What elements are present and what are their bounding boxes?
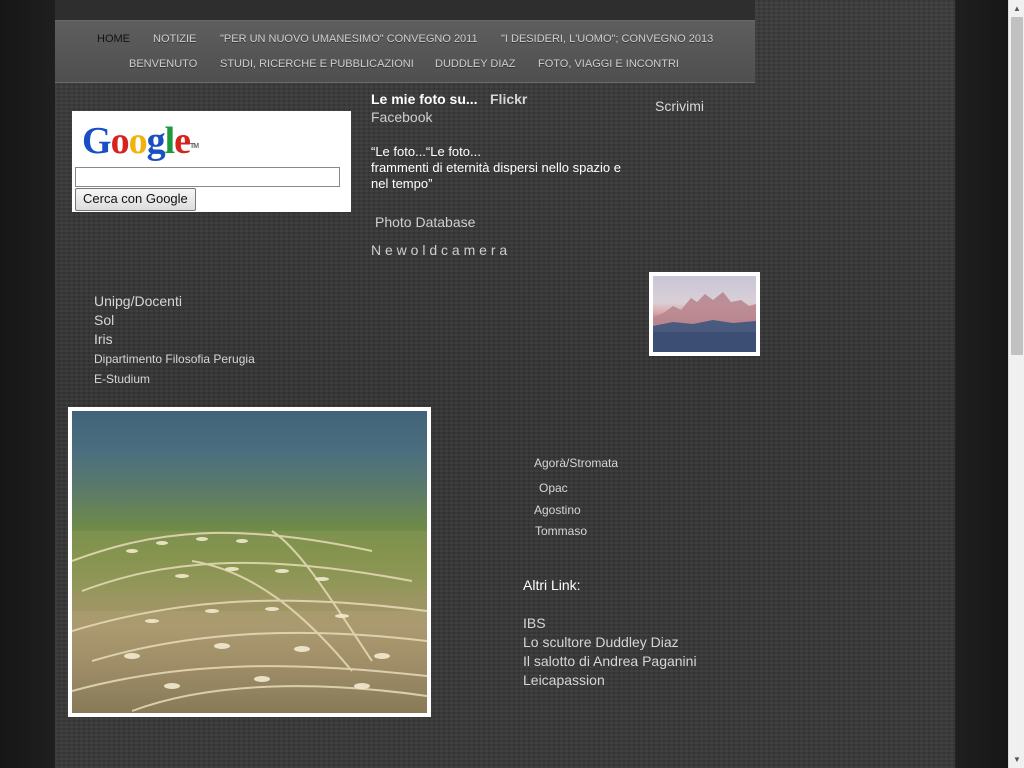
grass-photo-image bbox=[72, 411, 427, 713]
google-logo-letter: o bbox=[128, 120, 148, 162]
page: HOME NOTIZIE "PER UN NUOVO UMANESIMO" CO… bbox=[0, 0, 1024, 768]
photos-quote-line: “Le foto...“Le foto... bbox=[371, 144, 481, 159]
google-logo-letter: g bbox=[146, 120, 166, 162]
scrivimi-link[interactable]: Scrivimi bbox=[655, 98, 704, 114]
nav-item-studi-ricerche[interactable]: STUDI, RICERCHE E PUBBLICAZIONI bbox=[220, 58, 414, 70]
vertical-scrollbar[interactable]: ▲ ▼ bbox=[1008, 0, 1024, 768]
mountain-silhouette bbox=[653, 292, 756, 352]
photos-quote-line: frammenti di eternità dispersi nello spa… bbox=[371, 160, 622, 175]
agostino-link[interactable]: Agostino bbox=[534, 503, 581, 517]
nav-item-convegno-2013[interactable]: "I DESIDERI, L'UOMO"; CONVEGNO 2013 bbox=[501, 33, 713, 45]
google-search-widget: GoogleTM Cerca con Google bbox=[72, 111, 351, 212]
leicapassion-link[interactable]: Leicapassion bbox=[523, 672, 605, 688]
nav-item-duddley-diaz[interactable]: DUDDLEY DIAZ bbox=[435, 58, 515, 70]
top-strip bbox=[55, 0, 755, 20]
grass-photo[interactable] bbox=[68, 407, 431, 717]
nav-item-notizie[interactable]: NOTIZIE bbox=[153, 33, 196, 45]
main-nav: HOME NOTIZIE "PER UN NUOVO UMANESIMO" CO… bbox=[55, 20, 755, 83]
ibs-link[interactable]: IBS bbox=[523, 615, 546, 631]
google-logo-letter: l bbox=[164, 120, 176, 162]
nav-item-foto-viaggi[interactable]: FOTO, VIAGGI E INCONTRI bbox=[538, 58, 679, 70]
google-logo-tm: TM bbox=[190, 143, 199, 150]
newoldcamera-link[interactable]: N e w o l d c a m e r a bbox=[371, 242, 507, 258]
iris-link[interactable]: Iris bbox=[94, 331, 113, 347]
tommaso-link[interactable]: Tommaso bbox=[535, 524, 587, 538]
opac-link[interactable]: Opac bbox=[539, 481, 568, 495]
sol-link[interactable]: Sol bbox=[94, 312, 114, 328]
nav-item-home[interactable]: HOME bbox=[97, 33, 130, 45]
andrea-paganini-link[interactable]: Il salotto di Andrea Paganini bbox=[523, 653, 697, 669]
google-logo-letter: o bbox=[110, 120, 130, 162]
grass-illustration bbox=[72, 530, 427, 713]
scrollbar-thumb[interactable] bbox=[1011, 17, 1023, 355]
facebook-link[interactable]: Facebook bbox=[371, 109, 432, 125]
altri-link-heading: Altri Link: bbox=[523, 577, 581, 593]
photos-heading: Le mie foto su... bbox=[371, 91, 478, 107]
mountain-photo[interactable] bbox=[649, 272, 760, 356]
scroll-down-arrow-icon[interactable]: ▼ bbox=[1009, 751, 1024, 768]
google-logo-letter: G bbox=[82, 120, 112, 162]
nav-item-benvenuto[interactable]: BENVENUTO bbox=[129, 58, 197, 70]
flickr-link[interactable]: Flickr bbox=[490, 91, 527, 107]
nav-item-convegno-2011[interactable]: "PER UN NUOVO UMANESIMO" CONVEGNO 2011 bbox=[220, 33, 478, 45]
dipartimento-filosofia-link[interactable]: Dipartimento Filosofia Perugia bbox=[94, 352, 255, 366]
google-logo: GoogleTM bbox=[82, 119, 199, 163]
duddley-diaz-sculptor-link[interactable]: Lo scultore Duddley Diaz bbox=[523, 634, 679, 650]
e-studium-link[interactable]: E-Studium bbox=[94, 372, 150, 386]
photos-quote-line: nel tempo” bbox=[371, 176, 433, 191]
photo-database-link[interactable]: Photo Database bbox=[375, 214, 475, 230]
search-input[interactable] bbox=[75, 167, 340, 187]
google-logo-letter: e bbox=[174, 120, 191, 162]
agora-stromata-link[interactable]: Agorà/Stromata bbox=[534, 456, 618, 470]
search-button[interactable]: Cerca con Google bbox=[75, 188, 196, 211]
scroll-up-arrow-icon[interactable]: ▲ bbox=[1009, 0, 1024, 17]
unipg-docenti-link[interactable]: Unipg/Docenti bbox=[94, 293, 182, 309]
mountain-photo-image bbox=[653, 276, 756, 352]
